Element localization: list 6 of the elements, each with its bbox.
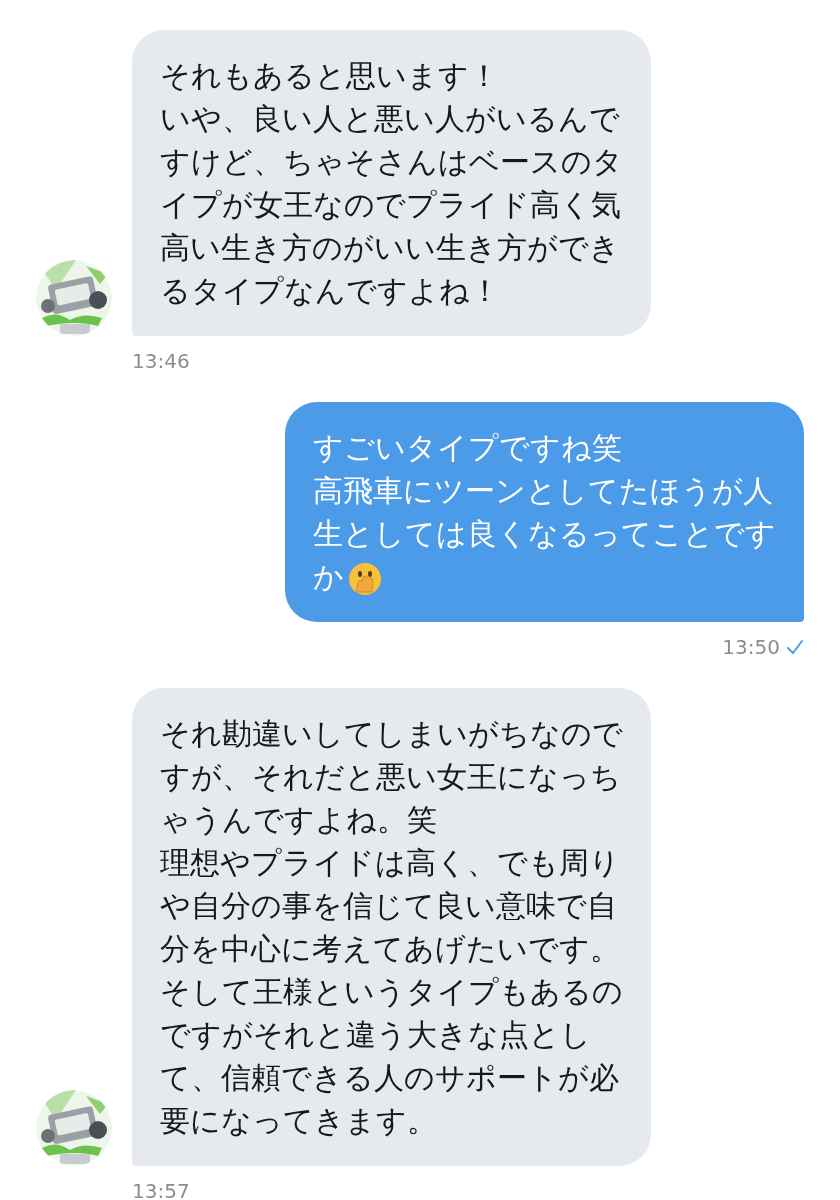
timestamp: 13:50 xyxy=(722,634,780,661)
timestamp: 13:57 xyxy=(132,1178,191,1200)
timestamp: 13:46 xyxy=(132,348,191,375)
message-text: それもあると思います！ いや、良い人と悪い人がいるんで すけど、ちゃそさんはベースのタ イプが女王なのでプライド高く気 高い生き方のがいい生き方ができ るタイプなんですよね！ xyxy=(160,57,623,310)
message-text: それ勘違いしてしまいがちなので すが、それだと悪い女王になっち ゃうんですよね。笑 理想やプライドは高く、でも周り や自分の事を信じて良い意味で自 分を中心に考えてあげたいです。 そして王様というタイプもあるの ですがそれと違う大きな点とし て、信頼できる人のサポートが必 要になってきます。 xyxy=(160,715,623,1140)
message-text: すごいタイプですね笑 高飛車にツーンとしてたほうが人 生としては良くなるってことです か xyxy=(313,429,776,598)
